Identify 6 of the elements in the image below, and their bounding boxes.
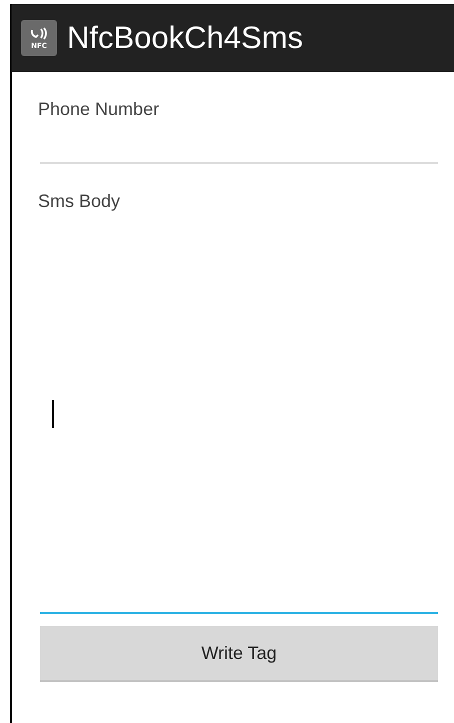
signal-icon	[29, 26, 49, 40]
text-cursor	[52, 400, 54, 428]
field-label: Phone Number	[38, 99, 160, 120]
app-title: NfcBookCh4Sms	[67, 20, 304, 56]
field-label: Sms Body	[38, 191, 122, 212]
write-tag-button[interactable]: Write Tag	[40, 626, 438, 682]
